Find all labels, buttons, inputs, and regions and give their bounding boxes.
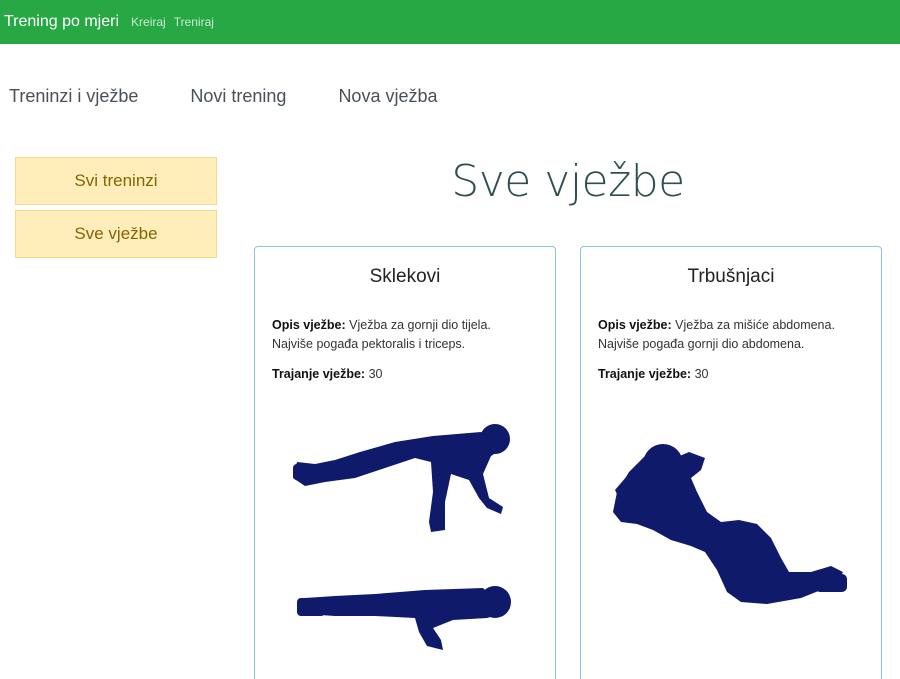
duration-label: Trajanje vježbe: <box>598 367 692 381</box>
exercise-description: Opis vježbe: Vježba za mišiće abdomena. … <box>598 316 864 354</box>
exercise-duration: Trajanje vježbe: 30 <box>598 367 864 381</box>
tab-novi-trening[interactable]: Novi trening <box>190 86 286 107</box>
top-navbar: Trening po mjeri Kreiraj Treniraj <box>0 0 900 44</box>
sub-navigation: Treninzi i vježbe Novi trening Nova vjež… <box>9 86 490 107</box>
sidebar-button-svi-treninzi[interactable]: Svi treninzi <box>15 157 217 205</box>
page-title: Sve vježbe <box>451 156 685 207</box>
description-text-line2: Najviše pogađa pektoralis i triceps. <box>272 337 466 351</box>
sidebar-button-sve-vjezbe[interactable]: Sve vježbe <box>15 210 217 258</box>
description-label: Opis vježbe: <box>272 318 346 332</box>
sit-up-silhouette-icon <box>613 444 847 604</box>
push-up-silhouette-icon <box>293 424 511 650</box>
duration-value: 30 <box>368 367 383 381</box>
tab-nova-vjezba[interactable]: Nova vježba <box>338 86 437 107</box>
description-text-line2: Najviše pogađa gornji dio abdomena. <box>598 337 805 351</box>
description-text-line1: Vježba za gornji dio tijela. <box>349 318 491 332</box>
exercise-description: Opis vježbe: Vježba za gornji dio tijela… <box>272 316 538 354</box>
tab-treninzi-i-vjezbe[interactable]: Treninzi i vježbe <box>9 86 138 107</box>
brand-link[interactable]: Trening po mjeri <box>4 13 119 31</box>
nav-link-treniraj[interactable]: Treniraj <box>174 15 214 29</box>
description-label: Opis vježbe: <box>598 318 672 332</box>
exercise-card: Sklekovi Opis vježbe: Vježba za gornji d… <box>254 246 556 679</box>
description-text-line1: Vježba za mišiće abdomena. <box>675 318 835 332</box>
exercise-name: Trbušnjaci <box>687 266 775 287</box>
duration-label: Trajanje vježbe: <box>272 367 366 381</box>
nav-link-kreiraj[interactable]: Kreiraj <box>131 15 166 29</box>
exercise-name: Sklekovi <box>369 266 441 287</box>
exercise-duration: Trajanje vježbe: 30 <box>272 367 538 381</box>
duration-value: 30 <box>694 367 709 381</box>
exercise-card: Trbušnjaci Opis vježbe: Vježba za mišiće… <box>580 246 882 679</box>
